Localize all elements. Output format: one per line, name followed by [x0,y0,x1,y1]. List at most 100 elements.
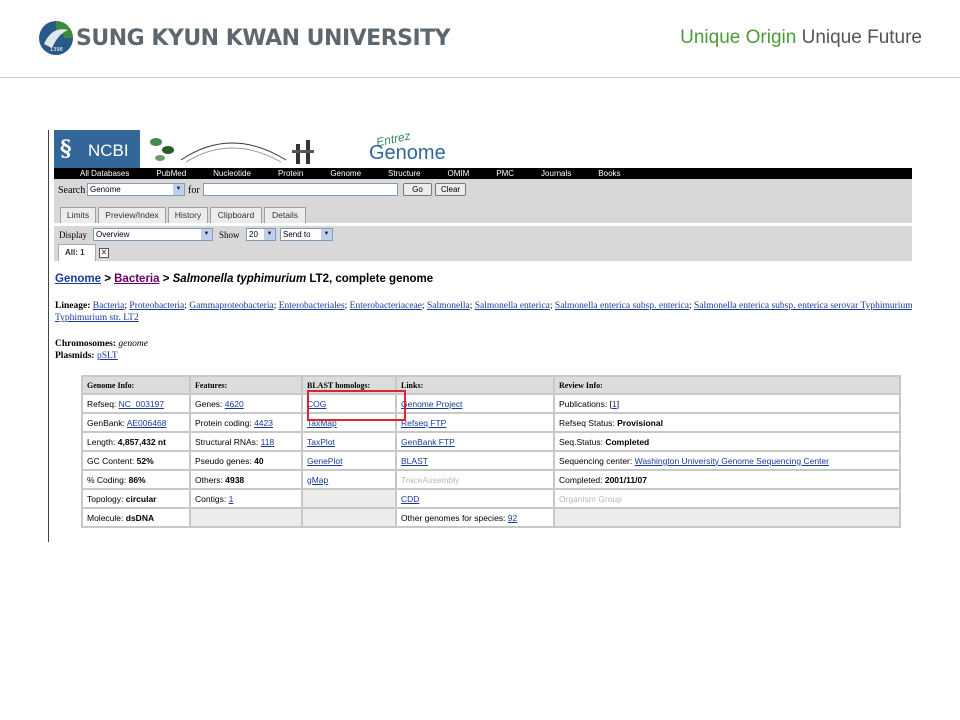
topology-value: circular [125,493,157,504]
nav-pmc[interactable]: PMC [496,169,514,178]
lineage-link[interactable]: Proteobacteria [129,301,184,311]
display-bar: Display Overview ▼ Show 20 ▼ Send to ▼ A… [54,226,912,261]
gc-content-label: GC Content: [87,455,135,466]
refseq-link[interactable]: NC_003197 [119,399,164,409]
lineage-link[interactable]: Salmonella enterica [475,301,550,311]
nav-all-databases[interactable]: All Databases [80,169,129,178]
length-label: Length: [87,436,116,447]
show-count-select[interactable]: 20 ▼ [246,228,276,241]
blast-link[interactable]: BLAST [401,456,428,466]
highlight-box [307,390,406,421]
sequencing-center-link[interactable]: Washington University Genome Sequencing … [635,456,829,466]
replicons: Chromosomes: genome Plasmids: pSLT [55,338,148,362]
genbank-cell: GenBank: AE006468 [83,414,189,431]
ncbi-logo-text: NCBI [88,141,129,160]
ncbi-banner: § NCBI Entrez Genome [54,130,454,168]
go-button[interactable]: Go [403,183,432,196]
table-row: GenBank: AE006468 Protein coding: 4423 T… [83,414,899,431]
lineage-link[interactable]: Typhimurium str. LT2 [55,313,139,323]
organism-group-cell: Organism Group [555,490,899,507]
show-count-value: 20 [249,230,258,239]
structural-rnas-link[interactable]: 118 [261,437,275,447]
genome-info-table: Genome Info: Features: BLAST homologs: L… [81,375,901,528]
university-name: SUNG KYUN KWAN UNIVERSITY [76,26,451,51]
nav-protein[interactable]: Protein [278,169,303,178]
nav-structure[interactable]: Structure [388,169,420,178]
genome-project-link[interactable]: Genome Project [401,399,462,409]
empty-cell [303,509,395,526]
record-title: LT2, complete genome [306,273,434,285]
sequencing-center-label: Sequencing center: [559,455,633,466]
lineage: Lineage: Bacteria; Proteobacteria; Gamma… [55,301,912,323]
contigs-link[interactable]: 1 [229,494,234,504]
genbank-ftp-link[interactable]: GenBank FTP [401,437,455,447]
lineage-link[interactable]: Gammaproteobacteria [189,301,273,311]
gmap-link[interactable]: gMap [307,475,328,485]
contigs-label: Contigs: [195,493,227,504]
tab-all-results[interactable]: All: 1 [58,244,96,261]
nav-books[interactable]: Books [598,169,620,178]
svg-text:1398: 1398 [50,47,63,53]
protein-coding-link[interactable]: 4423 [254,418,273,428]
tab-history[interactable]: History [168,207,208,223]
others-value: 4938 [225,474,245,485]
breadcrumb-genome-link[interactable]: Genome [55,273,101,285]
tab-preview-index[interactable]: Preview/Index [98,207,166,223]
taxplot-link[interactable]: TaxPlot [307,437,335,447]
search-input[interactable] [203,183,398,196]
genes-link[interactable]: 4620 [225,399,244,409]
topology-label: Topology: [87,493,124,504]
tab-limits[interactable]: Limits [60,207,96,223]
empty-cell [191,509,301,526]
genome-banner-title: Genome [369,142,446,164]
search-bar: Search Genome ▼ for Go Clear [54,179,912,203]
lineage-link[interactable]: Enterobacteriales [279,301,345,311]
display-format-select[interactable]: Overview ▼ [93,228,213,241]
nav-journals[interactable]: Journals [541,169,571,178]
table-row: % Coding: 86% Others: 4938 gMap TraceAss… [83,471,899,488]
tab-clipboard[interactable]: Clipboard [210,207,262,223]
lineage-link[interactable]: Enterobacteriaceae [350,301,422,311]
molecule-value: dsDNA [125,512,155,523]
pseudo-genes-label: Pseudo genes: [195,455,252,466]
lineage-link[interactable]: Salmonella enterica subsp. enterica [555,301,689,311]
refseq-ftp-link[interactable]: Refseq FTP [401,418,446,428]
protein-coding-cell: Protein coding: 4423 [191,414,301,431]
gc-content-cell: GC Content: 52% [83,452,189,469]
protein-coding-label: Protein coding: [195,417,252,428]
link-cell: Genome Project [397,395,553,412]
other-genomes-label: Other genomes for species: [401,512,506,523]
lineage-link[interactable]: Salmonella [427,301,470,311]
send-to-select[interactable]: Send to ▼ [280,228,333,241]
tab-details[interactable]: Details [264,207,306,223]
close-icon[interactable]: ✕ [99,248,109,258]
geneplot-link[interactable]: GenePlot [307,456,342,466]
other-genomes-link[interactable]: 92 [508,513,517,523]
send-to-value: Send to [283,230,311,239]
others-label: Others: [195,474,223,485]
pseudo-genes-value: 40 [254,455,264,466]
table-row: Topology: circular Contigs: 1 CDD Organi… [83,490,899,507]
breadcrumb-sep: > [101,273,115,285]
chevron-down-icon: ▼ [321,229,332,240]
ncbi-logo[interactable]: § NCBI [54,130,140,168]
table-row: Molecule: dsDNA Other genomes for specie… [83,509,899,526]
cdd-link[interactable]: CDD [401,494,419,504]
genbank-link[interactable]: AE006468 [127,418,167,428]
plasmid-link[interactable]: pSLT [97,351,118,361]
clear-button[interactable]: Clear [435,183,466,196]
lineage-link[interactable]: Salmonella enterica subsp. enterica sero… [694,301,912,311]
breadcrumb-bacteria-link[interactable]: Bacteria [114,273,159,285]
genbank-label: GenBank: [87,417,125,428]
genome-banner-art [150,138,314,164]
lineage-link[interactable]: Bacteria [93,301,125,311]
nav-pubmed[interactable]: PubMed [156,169,186,178]
database-select[interactable]: Genome ▼ [87,183,185,196]
table-row: Refseq: NC_003197 Genes: 4620 COG Genome… [83,395,899,412]
nav-nucleotide[interactable]: Nucleotide [213,169,251,178]
contigs-cell: Contigs: 1 [191,490,301,507]
refseq-label: Refseq: [87,398,117,409]
column-header: Genome Info: [83,377,189,393]
nav-omim[interactable]: OMIM [447,169,469,178]
nav-genome[interactable]: Genome [330,169,361,178]
